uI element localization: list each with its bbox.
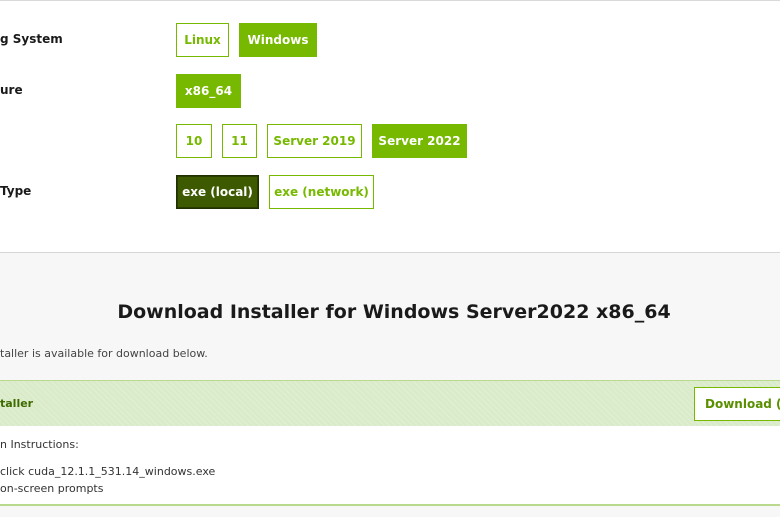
version-option-10[interactable]: 10 xyxy=(176,124,212,158)
instruction-step-1: click cuda_12.1.1_531.14_windows.exe xyxy=(0,465,216,478)
instruction-step-2: on-screen prompts xyxy=(0,482,104,495)
installation-instructions: n Instructions: click cuda_12.1.1_531.14… xyxy=(0,426,780,506)
installer-type-option-exe-network[interactable]: exe (network) xyxy=(269,175,374,209)
version-option-server-2022[interactable]: Server 2022 xyxy=(372,124,467,158)
download-panel: Download Installer for Windows Server202… xyxy=(0,252,780,517)
installer-label: taller xyxy=(0,397,34,410)
installer-type-label: Type xyxy=(0,184,32,198)
divider xyxy=(0,504,780,506)
download-title: Download Installer for Windows Server202… xyxy=(117,301,671,323)
os-option-windows[interactable]: Windows xyxy=(239,23,317,57)
os-label: g System xyxy=(0,32,63,46)
version-option-11[interactable]: 11 xyxy=(222,124,257,158)
installer-bar: taller Download (3 xyxy=(0,380,780,428)
version-option-server-2019[interactable]: Server 2019 xyxy=(267,124,362,158)
instructions-title: n Instructions: xyxy=(0,438,79,451)
arch-option-x86-64[interactable]: x86_64 xyxy=(176,74,241,108)
os-option-linux[interactable]: Linux xyxy=(176,23,229,57)
installer-type-option-exe-local[interactable]: exe (local) xyxy=(176,175,259,209)
architecture-label: ure xyxy=(0,83,23,97)
download-button[interactable]: Download (3 xyxy=(694,387,780,421)
selector-panel: g System Linux Windows ure x86_64 10 11 … xyxy=(0,0,780,253)
availability-text: taller is available for download below. xyxy=(0,347,208,360)
